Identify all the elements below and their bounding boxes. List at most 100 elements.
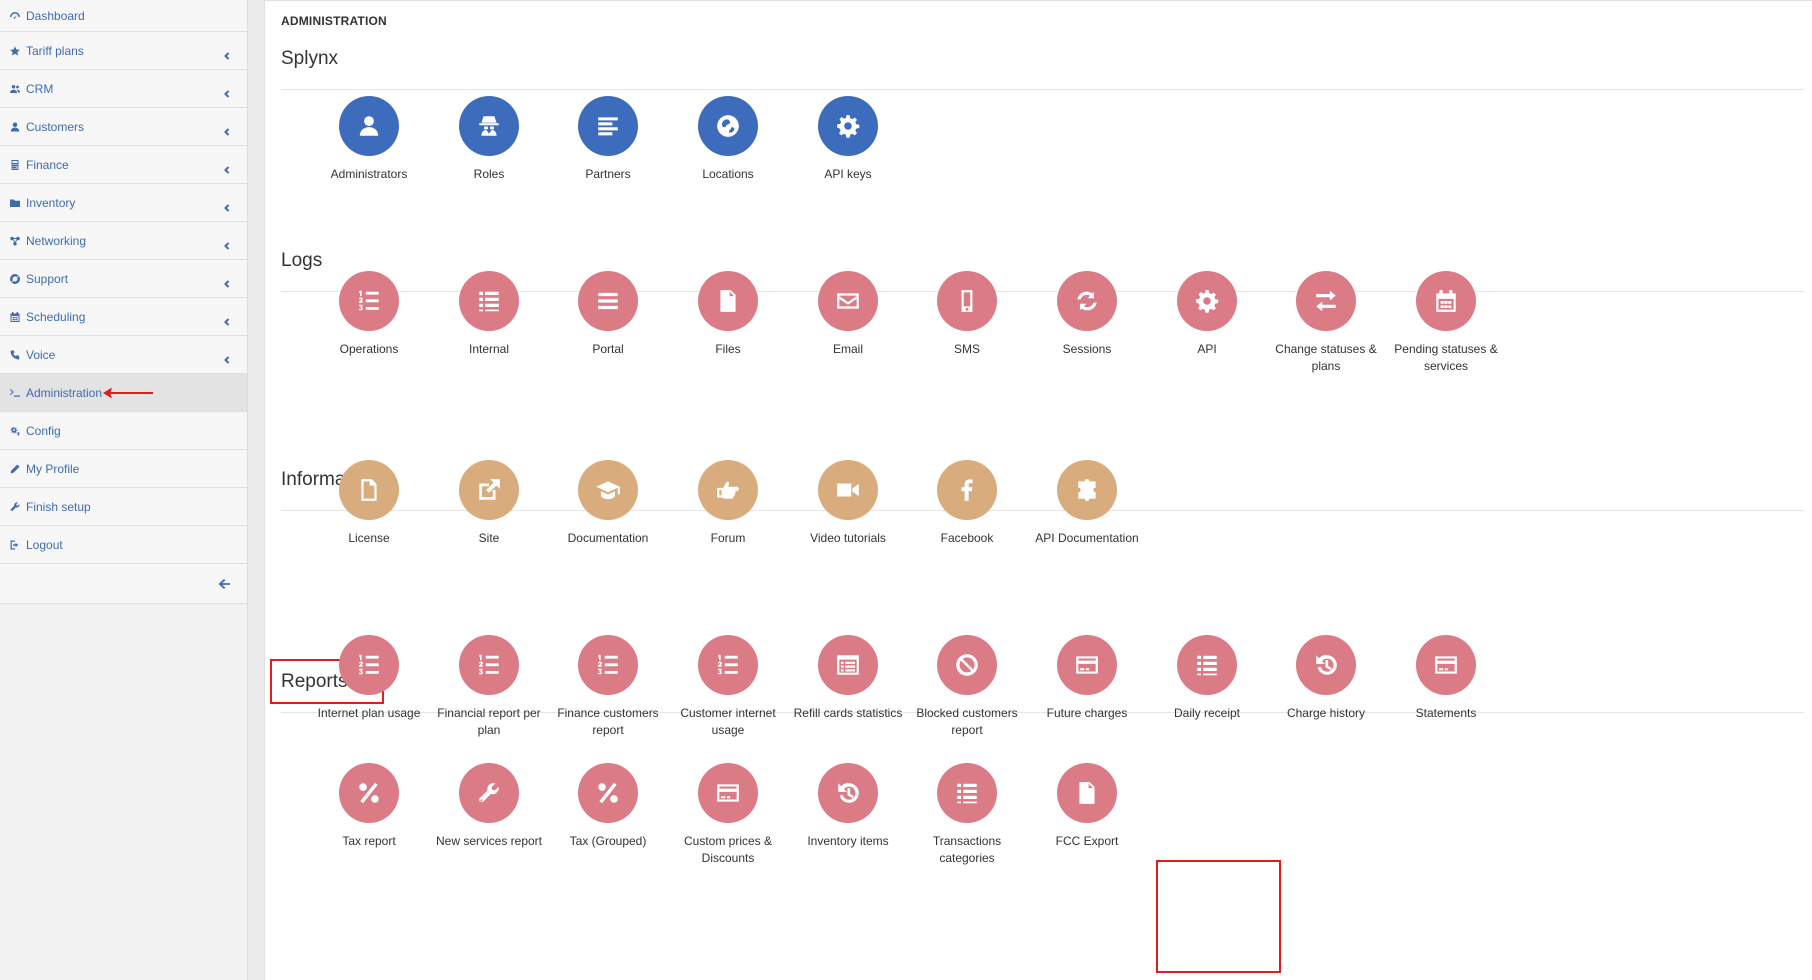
calendar-icon <box>8 310 22 324</box>
list-ol-icon <box>339 635 399 695</box>
tile-statements[interactable]: Statements <box>1384 635 1508 722</box>
tile-site[interactable]: Site <box>427 460 551 547</box>
network-icon <box>8 234 22 248</box>
tile-blocked-customers-report[interactable]: Blocked customers report <box>905 635 1029 739</box>
tile-customer-internet-usage[interactable]: Customer internet usage <box>666 635 790 739</box>
tile-label: Video tutorials <box>810 531 886 545</box>
file-text-icon <box>1057 763 1117 823</box>
folder-icon <box>8 196 22 210</box>
tile-video-tutorials[interactable]: Video tutorials <box>786 460 910 547</box>
sidebar-item-support[interactable]: Support <box>0 260 247 298</box>
gear-icon <box>818 96 878 156</box>
user-icon <box>339 96 399 156</box>
sidebar-item-logout[interactable]: Logout <box>0 526 247 564</box>
tile-daily-receipt[interactable]: Daily receipt <box>1145 635 1269 722</box>
tile-facebook[interactable]: Facebook <box>905 460 1029 547</box>
tile-forum[interactable]: Forum <box>666 460 790 547</box>
tile-partners[interactable]: Partners <box>546 96 670 183</box>
tile-tax-grouped[interactable]: Tax (Grouped) <box>546 763 670 850</box>
list-icon <box>937 763 997 823</box>
tile-files[interactable]: Files <box>666 271 790 358</box>
tile-locations[interactable]: Locations <box>666 96 790 183</box>
tile-custom-prices-discounts[interactable]: Custom prices & Discounts <box>666 763 790 867</box>
tile-label: New services report <box>435 834 543 848</box>
sidebar-item-finish-setup[interactable]: Finish setup <box>0 488 247 526</box>
tile-internet-plan-usage[interactable]: Internet plan usage <box>307 635 431 722</box>
tile-documentation[interactable]: Documentation <box>546 460 670 547</box>
tile-sms[interactable]: SMS <box>905 271 1029 358</box>
sidebar-item-label: Inventory <box>26 195 76 210</box>
tile-fcc-export[interactable]: FCC Export <box>1025 763 1149 850</box>
tile-api-keys[interactable]: API keys <box>786 96 910 183</box>
tile-charge-history[interactable]: Charge history <box>1264 635 1388 722</box>
sidebar-item-label: My Profile <box>26 461 80 476</box>
tile-refill-cards-statistics[interactable]: Refill cards statistics <box>786 635 910 722</box>
cogs-icon <box>8 424 22 438</box>
tile-administrators[interactable]: Administrators <box>307 96 431 183</box>
align-left-icon <box>578 96 638 156</box>
file-text-icon <box>698 271 758 331</box>
exchange-icon <box>1296 271 1356 331</box>
tile-internal[interactable]: Internal <box>427 271 551 358</box>
list-ol-icon <box>339 271 399 331</box>
life-ring-icon <box>8 272 22 286</box>
sidebar-item-networking[interactable]: Networking <box>0 222 247 260</box>
tile-change-statuses-plans[interactable]: Change statuses & plans <box>1264 271 1388 375</box>
sidebar-item-customers[interactable]: Customers <box>0 108 247 146</box>
credit-card-icon <box>1416 635 1476 695</box>
sidebar-item-label: Scheduling <box>26 309 86 324</box>
tile-transactions-categories[interactable]: Transactions categories <box>905 763 1029 867</box>
tile-portal[interactable]: Portal <box>546 271 670 358</box>
tile-sessions[interactable]: Sessions <box>1025 271 1149 358</box>
mobile-icon <box>937 271 997 331</box>
tile-label: Site <box>478 531 500 545</box>
sidebar-item-label: Logout <box>26 537 63 552</box>
sidebar-item-scheduling[interactable]: Scheduling <box>0 298 247 336</box>
tile-inventory-items[interactable]: Inventory items <box>786 763 910 850</box>
sidebar-item-tariff-plans[interactable]: Tariff plans <box>0 32 247 70</box>
tile-label: License <box>348 531 390 545</box>
tile-financial-report-per-plan[interactable]: Financial report per plan <box>427 635 551 739</box>
tile-api-documentation[interactable]: API Documentation <box>1025 460 1149 547</box>
tile-label: Operations <box>339 342 399 356</box>
section-title-logs: Logs <box>281 250 323 271</box>
tile-future-charges[interactable]: Future charges <box>1025 635 1149 722</box>
users-icon <box>8 82 22 96</box>
globe-icon <box>698 96 758 156</box>
divider <box>281 89 1804 90</box>
chevron-left-icon <box>223 47 231 60</box>
pencil-icon <box>8 462 22 476</box>
sidebar-item-label: Tariff plans <box>26 43 84 58</box>
sidebar-item-label: Finish setup <box>26 499 91 514</box>
chevron-left-icon <box>223 313 231 326</box>
sidebar-item-inventory[interactable]: Inventory <box>0 184 247 222</box>
tile-new-services-report[interactable]: New services report <box>427 763 551 850</box>
percent-icon <box>339 763 399 823</box>
tile-label: Partners <box>585 167 631 181</box>
sidebar-item-crm[interactable]: CRM <box>0 70 247 108</box>
sidebar-item-my-profile[interactable]: My Profile <box>0 450 247 488</box>
tile-label: Blocked customers report <box>916 706 1018 737</box>
tile-license[interactable]: License <box>307 460 431 547</box>
arrow-left-icon[interactable] <box>217 577 231 591</box>
sidebar-item-config[interactable]: Config <box>0 412 247 450</box>
chevron-left-icon <box>223 275 231 288</box>
sidebar-item-label: Support <box>26 271 69 286</box>
tile-operations[interactable]: Operations <box>307 271 431 358</box>
sidebar-collapse-row <box>0 564 247 604</box>
tile-roles[interactable]: Roles <box>427 96 551 183</box>
tile-tax-report[interactable]: Tax report <box>307 763 431 850</box>
fcc-export-highlight-box <box>1156 860 1281 973</box>
tile-label: Internet plan usage <box>317 706 421 720</box>
tile-pending-statuses-services[interactable]: Pending statuses & services <box>1384 271 1508 375</box>
sidebar-item-dashboard[interactable]: Dashboard <box>0 0 247 32</box>
tile-label: Portal <box>592 342 624 356</box>
sidebar-item-finance[interactable]: Finance <box>0 146 247 184</box>
tile-label: Transactions categories <box>932 834 1002 865</box>
tile-label: Email <box>832 342 863 356</box>
tile-api[interactable]: API <box>1145 271 1269 358</box>
tile-email[interactable]: Email <box>786 271 910 358</box>
tile-label: Refill cards statistics <box>793 706 903 720</box>
tile-finance-customers-report[interactable]: Finance customers report <box>546 635 670 739</box>
sidebar-item-voice[interactable]: Voice <box>0 336 247 374</box>
